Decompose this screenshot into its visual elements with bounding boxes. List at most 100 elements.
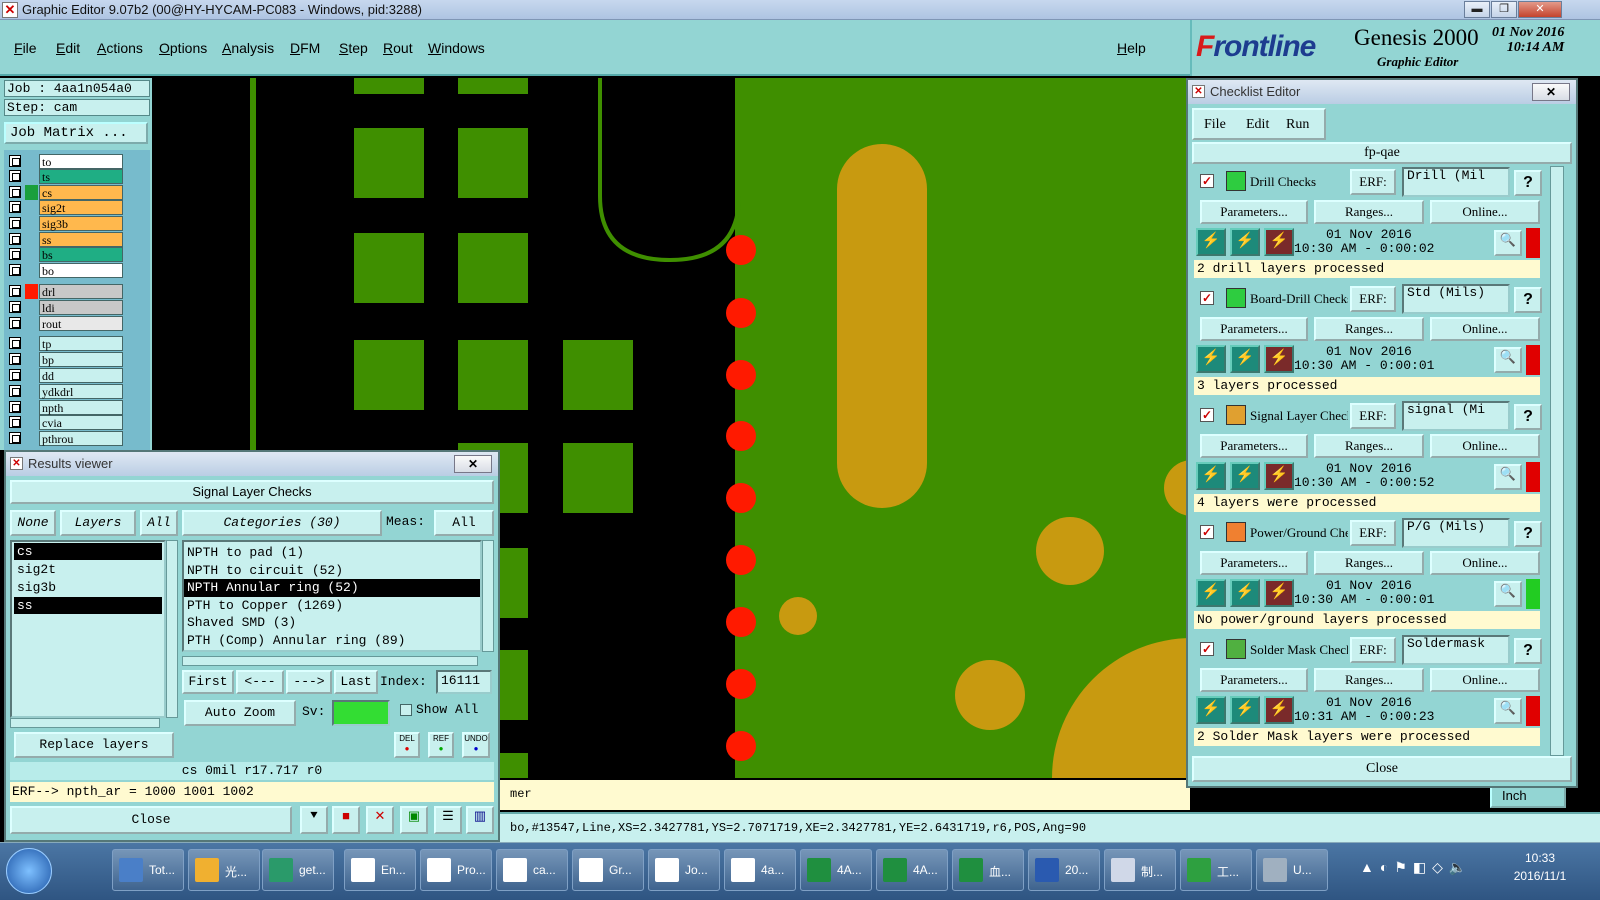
taskbar-item[interactable]: 光... bbox=[188, 849, 260, 891]
undo-icon[interactable]: UNDO ● bbox=[462, 732, 490, 758]
results-category-item[interactable]: PTH to Copper (1269) bbox=[184, 597, 480, 615]
ranges-button[interactable]: Ranges... bbox=[1314, 317, 1424, 341]
layer-name[interactable]: sig2t bbox=[39, 200, 123, 215]
zoom-results-icon[interactable]: 🔍 bbox=[1494, 347, 1522, 373]
taskbar-item[interactable]: ca... bbox=[496, 849, 568, 891]
layer-color-swatch[interactable] bbox=[25, 336, 38, 351]
menu-step[interactable]: Step bbox=[339, 40, 368, 56]
erf-value-field[interactable]: signal (Mi bbox=[1402, 401, 1510, 431]
layer-color-swatch[interactable] bbox=[25, 415, 38, 430]
last-button[interactable]: Last bbox=[334, 670, 378, 694]
erf-button[interactable]: ERF: bbox=[1350, 520, 1396, 546]
layer-row-ss[interactable]: ss bbox=[4, 232, 124, 247]
layer-scrollbar[interactable] bbox=[166, 540, 178, 718]
layer-row-dd[interactable]: dd bbox=[4, 368, 124, 383]
taskbar-item[interactable]: U... bbox=[1256, 849, 1328, 891]
check-enable-checkbox[interactable]: ✓ bbox=[1200, 291, 1214, 305]
erf-value-field[interactable]: Drill (Mil bbox=[1402, 167, 1510, 197]
report-icon[interactable]: ☰ bbox=[434, 806, 462, 834]
layer-checkbox[interactable] bbox=[9, 353, 21, 365]
layer-name[interactable]: sig3b bbox=[39, 216, 123, 231]
layer-checkbox[interactable] bbox=[9, 432, 21, 444]
layer-checkbox[interactable] bbox=[9, 217, 21, 229]
help-button[interactable]: ? bbox=[1514, 521, 1542, 547]
taskbar-item[interactable]: get... bbox=[262, 849, 334, 891]
taskbar-item[interactable]: Pro... bbox=[420, 849, 492, 891]
all-button[interactable]: All bbox=[140, 510, 178, 536]
help-button[interactable]: ? bbox=[1514, 638, 1542, 664]
zoom-results-icon[interactable]: 🔍 bbox=[1494, 230, 1522, 256]
layer-checkbox[interactable] bbox=[9, 186, 21, 198]
layer-name[interactable]: to bbox=[39, 154, 123, 169]
layer-name[interactable]: bp bbox=[39, 352, 123, 367]
prev-button[interactable]: <--- bbox=[236, 670, 284, 694]
erf-value-field[interactable]: Soldermask bbox=[1402, 635, 1510, 665]
check-enable-checkbox[interactable]: ✓ bbox=[1200, 174, 1214, 188]
stop-run-icon[interactable]: ⚡ bbox=[1264, 696, 1294, 724]
erf-button[interactable]: ERF: bbox=[1350, 637, 1396, 663]
layer-checkbox[interactable] bbox=[9, 285, 21, 297]
maximize-button[interactable]: ❐ bbox=[1491, 1, 1517, 18]
layer-name[interactable]: tp bbox=[39, 336, 123, 351]
index-field[interactable]: 16111 bbox=[436, 670, 492, 694]
taskbar-item[interactable]: Jo... bbox=[648, 849, 720, 891]
layer-name[interactable]: cvia bbox=[39, 415, 123, 430]
layer-row-pthrou[interactable]: pthrou bbox=[4, 431, 124, 446]
layer-checkbox[interactable] bbox=[9, 385, 21, 397]
check-enable-checkbox[interactable]: ✓ bbox=[1200, 525, 1214, 539]
menu-analysis[interactable]: Analysis bbox=[222, 40, 274, 56]
layer-row-to[interactable]: to bbox=[4, 154, 124, 169]
parameters-button[interactable]: Parameters... bbox=[1200, 317, 1308, 341]
category-hscrollbar[interactable] bbox=[182, 656, 478, 666]
layer-row-npth[interactable]: npth bbox=[4, 400, 124, 415]
zoom-results-icon[interactable]: 🔍 bbox=[1494, 464, 1522, 490]
ranges-button[interactable]: Ranges... bbox=[1314, 551, 1424, 575]
refresh-icon[interactable]: REF ● bbox=[428, 732, 454, 758]
menu-options[interactable]: Options bbox=[159, 40, 207, 56]
layer-checkbox[interactable] bbox=[9, 416, 21, 428]
run-selected-icon[interactable]: ⚡ bbox=[1230, 579, 1260, 607]
layer-name[interactable]: dd bbox=[39, 368, 123, 383]
layer-name[interactable]: ydkdrl bbox=[39, 384, 123, 399]
menu-windows[interactable]: Windows bbox=[428, 40, 485, 56]
run-selected-icon[interactable]: ⚡ bbox=[1230, 696, 1260, 724]
layer-row-bp[interactable]: bp bbox=[4, 352, 124, 367]
layer-row-bs[interactable]: bs bbox=[4, 247, 124, 262]
layer-color-swatch[interactable] bbox=[25, 352, 38, 367]
layer-row-cvia[interactable]: cvia bbox=[4, 415, 124, 430]
stop-run-icon[interactable]: ⚡ bbox=[1264, 462, 1294, 490]
menu-edit[interactable]: Edit bbox=[56, 40, 80, 56]
windows-start-icon[interactable] bbox=[6, 848, 52, 894]
results-layer-item[interactable]: sig3b bbox=[14, 579, 162, 596]
checklist-close-icon[interactable]: ✕ bbox=[1532, 83, 1570, 101]
layer-color-swatch[interactable] bbox=[25, 368, 38, 383]
layer-checkbox[interactable] bbox=[9, 264, 21, 276]
layer-color-swatch[interactable] bbox=[25, 200, 38, 215]
layer-color-swatch[interactable] bbox=[25, 169, 38, 184]
erf-button[interactable]: ERF: bbox=[1350, 403, 1396, 429]
zoom-results-icon[interactable]: 🔍 bbox=[1494, 698, 1522, 724]
erf-button[interactable]: ERF: bbox=[1350, 286, 1396, 312]
first-button[interactable]: First bbox=[182, 670, 234, 694]
menu-dfm[interactable]: DFM bbox=[290, 40, 320, 56]
erf-value-field[interactable]: Std (Mils) bbox=[1402, 284, 1510, 314]
online-button[interactable]: Online... bbox=[1430, 200, 1540, 224]
layer-color-swatch[interactable] bbox=[25, 431, 38, 446]
checklist-menu-file[interactable]: File bbox=[1204, 117, 1226, 133]
taskbar-item[interactable]: Tot... bbox=[112, 849, 184, 891]
results-close-button[interactable]: Close bbox=[10, 806, 292, 834]
online-button[interactable]: Online... bbox=[1430, 434, 1540, 458]
layer-checkbox[interactable] bbox=[9, 233, 21, 245]
taskbar-item[interactable]: 20... bbox=[1028, 849, 1100, 891]
taskbar-item[interactable]: En... bbox=[344, 849, 416, 891]
menu-actions[interactable]: Actions bbox=[97, 40, 143, 56]
stop-run-icon[interactable]: ⚡ bbox=[1264, 345, 1294, 373]
histogram-icon[interactable]: ▥ bbox=[466, 806, 494, 834]
layer-checkbox[interactable] bbox=[9, 248, 21, 260]
layer-checkbox[interactable] bbox=[9, 301, 21, 313]
help-button[interactable]: ? bbox=[1514, 170, 1542, 196]
clock[interactable]: 10:33 2016/11/1 bbox=[1490, 849, 1590, 885]
layer-checkbox[interactable] bbox=[9, 201, 21, 213]
layer-name[interactable]: cs bbox=[39, 185, 123, 200]
help-button[interactable]: ? bbox=[1514, 404, 1542, 430]
